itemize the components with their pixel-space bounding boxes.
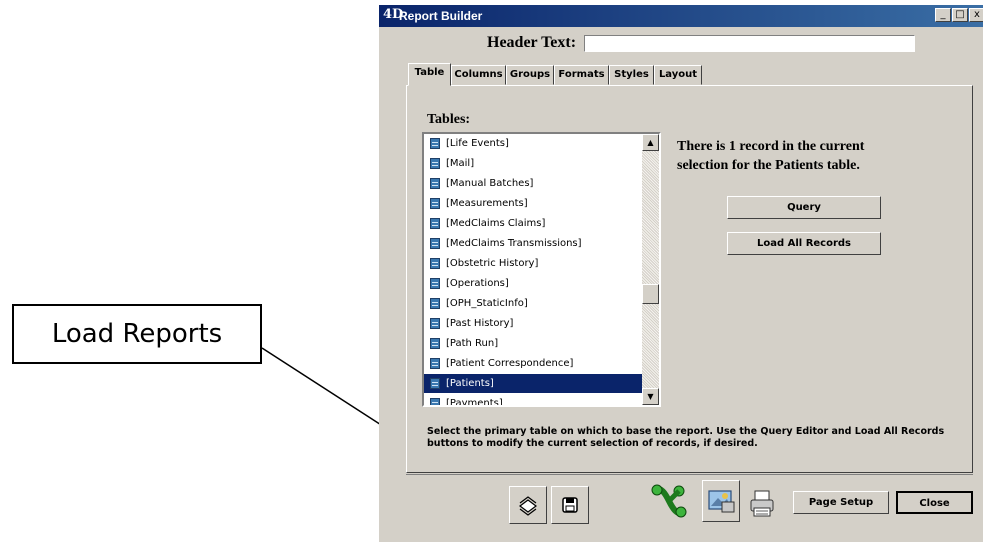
page-setup-button[interactable]: Page Setup bbox=[793, 491, 889, 514]
divider bbox=[406, 474, 973, 475]
table-icon bbox=[430, 198, 440, 209]
selection-info-line1: There is 1 record in the current bbox=[677, 139, 865, 154]
table-icon bbox=[430, 258, 440, 269]
print-button[interactable] bbox=[749, 489, 775, 519]
callout-text: Load Reports bbox=[51, 319, 223, 349]
load-reports-icon bbox=[519, 496, 537, 516]
tab-layout[interactable]: Layout bbox=[654, 65, 702, 85]
table-icon bbox=[430, 178, 440, 189]
selection-info: There is 1 record in the current selecti… bbox=[677, 137, 927, 175]
list-item[interactable]: [Mail] bbox=[424, 154, 642, 173]
list-item[interactable]: [OPH_StaticInfo] bbox=[424, 294, 642, 313]
scroll-down-button[interactable]: ▼ bbox=[642, 388, 659, 405]
list-item[interactable]: [Obstetric History] bbox=[424, 254, 642, 273]
tab-groups[interactable]: Groups bbox=[506, 65, 554, 85]
list-item[interactable]: [MedClaims Claims] bbox=[424, 214, 642, 233]
table-icon bbox=[430, 298, 440, 309]
maximize-button[interactable]: □ bbox=[952, 8, 968, 22]
tab-formats[interactable]: Formats bbox=[554, 65, 609, 85]
tab-table[interactable]: Table bbox=[408, 63, 451, 86]
list-item[interactable]: [Manual Batches] bbox=[424, 174, 642, 193]
minimize-button[interactable]: _ bbox=[935, 8, 951, 22]
selection-info-line2: selection for the Patients table. bbox=[677, 158, 860, 173]
tab-styles[interactable]: Styles bbox=[609, 65, 654, 85]
header-text-label: Header Text: bbox=[487, 34, 577, 51]
load-reports-button[interactable] bbox=[509, 486, 547, 524]
list-item[interactable]: [Operations] bbox=[424, 274, 642, 293]
title-bar: 4D Report Builder _ □ x bbox=[379, 5, 983, 27]
table-icon bbox=[430, 318, 440, 329]
table-icon bbox=[430, 218, 440, 229]
connector-button[interactable] bbox=[649, 480, 689, 522]
window-title: Report Builder bbox=[399, 9, 483, 23]
list-item-selected[interactable]: [Patients] bbox=[424, 374, 642, 393]
close-button[interactable]: Close bbox=[896, 491, 973, 514]
tab-columns[interactable]: Columns bbox=[451, 65, 506, 85]
list-item[interactable]: [Path Run] bbox=[424, 334, 642, 353]
table-icon bbox=[430, 338, 440, 349]
scroll-thumb[interactable] bbox=[642, 284, 659, 304]
list-item[interactable]: [Measurements] bbox=[424, 194, 642, 213]
tables-list[interactable]: [Life Events] [Mail] [Manual Batches] [M… bbox=[422, 132, 661, 407]
table-icon bbox=[430, 158, 440, 169]
scroll-up-button[interactable]: ▲ bbox=[642, 134, 659, 151]
instructions-text: Select the primary table on which to bas… bbox=[427, 426, 945, 449]
green-connector-icon bbox=[651, 484, 687, 518]
floppy-disk-icon bbox=[562, 497, 578, 513]
load-reports-callout: Load Reports bbox=[12, 304, 262, 364]
picture-icon bbox=[708, 490, 735, 513]
report-builder-window: 4D Report Builder _ □ x Header Text: Tab… bbox=[379, 5, 983, 542]
table-icon bbox=[430, 138, 440, 149]
tables-label: Tables: bbox=[427, 112, 471, 127]
list-item[interactable]: [Past History] bbox=[424, 314, 642, 333]
save-report-button[interactable] bbox=[551, 486, 589, 524]
list-scrollbar[interactable]: ▲ ▼ bbox=[642, 134, 659, 405]
table-icon bbox=[430, 358, 440, 369]
table-icon bbox=[430, 278, 440, 289]
load-all-records-button[interactable]: Load All Records bbox=[727, 232, 881, 255]
list-item[interactable]: [Life Events] bbox=[424, 134, 642, 153]
table-icon bbox=[430, 378, 440, 389]
table-icon bbox=[430, 398, 440, 405]
close-window-button[interactable]: x bbox=[969, 8, 983, 22]
printer-icon bbox=[750, 490, 774, 517]
table-icon bbox=[430, 238, 440, 249]
list-item[interactable]: [Payments] bbox=[424, 394, 642, 405]
list-item[interactable]: [MedClaims Transmissions] bbox=[424, 234, 642, 253]
header-text-input[interactable] bbox=[584, 35, 915, 52]
list-item[interactable]: [Patient Correspondence] bbox=[424, 354, 642, 373]
query-button[interactable]: Query bbox=[727, 196, 881, 219]
picture-button[interactable] bbox=[702, 480, 740, 522]
